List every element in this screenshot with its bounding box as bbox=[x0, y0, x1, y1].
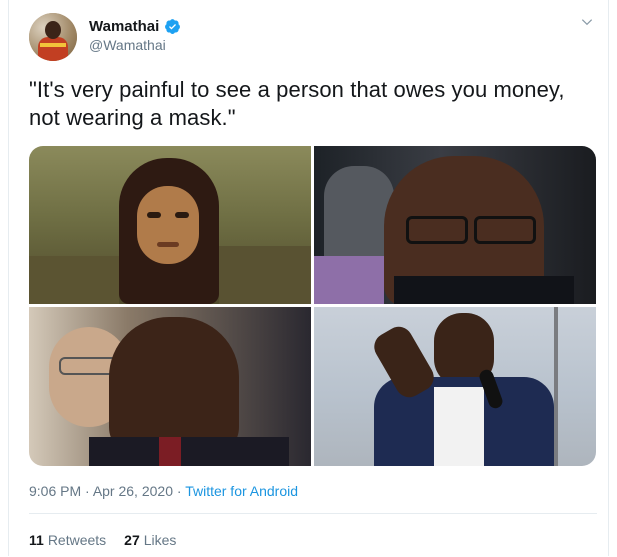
display-name[interactable]: Wamathai bbox=[89, 18, 159, 35]
retweets-label: Retweets bbox=[47, 532, 107, 548]
media-grid bbox=[29, 146, 596, 466]
photo-2[interactable] bbox=[314, 146, 596, 304]
retweets-stat[interactable]: 11 Retweets bbox=[29, 532, 106, 548]
meta-separator: · bbox=[81, 483, 93, 499]
likes-stat[interactable]: 27 Likes bbox=[124, 532, 176, 548]
tweet-text: "It's very painful to see a person that … bbox=[29, 77, 565, 130]
likes-count: 27 bbox=[124, 532, 140, 548]
tweet-stats: 11 Retweets 27 Likes bbox=[29, 532, 176, 548]
photo-4[interactable] bbox=[314, 307, 596, 466]
tweet-date[interactable]: Apr 26, 2020 bbox=[93, 483, 173, 499]
verified-badge-icon bbox=[165, 18, 181, 34]
author-name-row[interactable]: Wamathai bbox=[89, 16, 181, 36]
likes-label: Likes bbox=[143, 532, 177, 548]
tweet-source-link[interactable]: Twitter for Android bbox=[185, 483, 298, 499]
tweet-metadata: 9:06 PM · Apr 26, 2020 · Twitter for And… bbox=[29, 483, 298, 499]
retweets-count: 11 bbox=[29, 532, 44, 548]
photo-1[interactable] bbox=[29, 146, 311, 304]
divider bbox=[29, 513, 597, 514]
chevron-down-icon[interactable] bbox=[580, 15, 594, 29]
tweet-time[interactable]: 9:06 PM bbox=[29, 483, 81, 499]
photo-3[interactable] bbox=[29, 307, 311, 466]
avatar[interactable] bbox=[29, 13, 77, 61]
meta-separator: · bbox=[172, 483, 186, 499]
handle[interactable]: @Wamathai bbox=[89, 37, 166, 53]
